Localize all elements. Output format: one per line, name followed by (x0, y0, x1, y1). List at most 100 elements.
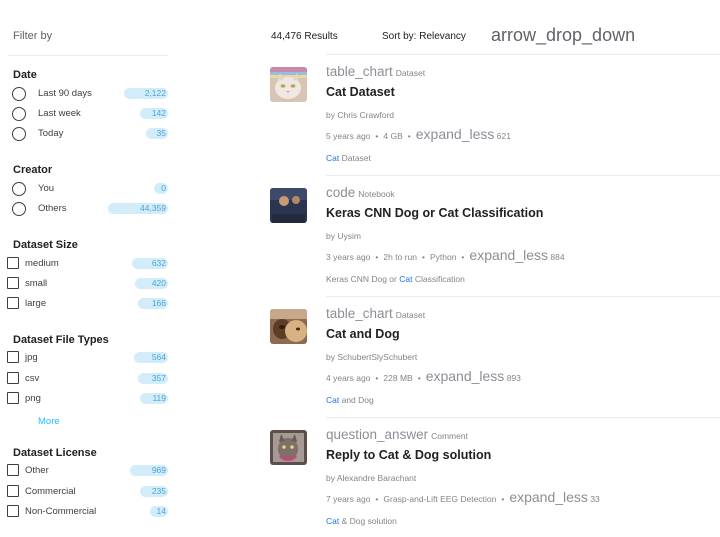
snippet-text: & Dog solution (339, 516, 397, 526)
filter-option-other[interactable]: Other 969 (0, 463, 170, 479)
checkbox[interactable] (7, 464, 19, 476)
filter-group-title-dataset-size: Dataset Size (13, 239, 78, 251)
avatar (270, 188, 307, 223)
radio-button[interactable] (12, 182, 26, 196)
vote-count: 893 (506, 373, 521, 383)
filter-group-title-file-types: Dataset File Types (13, 334, 109, 346)
filter-option-label: medium (25, 258, 59, 269)
count-badge: 632 (132, 258, 168, 269)
filter-option-jpg[interactable]: jpg 564 (0, 350, 170, 366)
filter-option-label: Last 90 days (38, 88, 92, 99)
result-runtime: 2h to run (383, 252, 417, 262)
result-title[interactable]: Keras CNN Dog or Cat Classification (326, 206, 543, 220)
result-age: 3 years ago (326, 252, 371, 262)
result-age: 7 years ago (326, 494, 371, 504)
filter-option-non-commercial[interactable]: Non-Commercial 14 (0, 504, 170, 520)
expand-less-icon[interactable]: expand_less (509, 489, 588, 505)
divider (8, 55, 168, 56)
filter-option-label: Last week (38, 108, 81, 119)
filter-option-last-90-days[interactable]: Last 90 days 2,122 (0, 86, 170, 102)
result-author[interactable]: by Chris Crawford (326, 110, 394, 120)
cat-thumbnail-image (270, 67, 307, 102)
result-snippet: Keras CNN Dog or Cat Classification (326, 274, 465, 284)
filter-option-small[interactable]: small 420 (0, 276, 170, 292)
result-title[interactable]: Reply to Cat & Dog solution (326, 448, 491, 462)
filter-option-label: Non-Commercial (25, 506, 97, 517)
checkbox[interactable] (7, 505, 19, 517)
code-icon: code (326, 185, 356, 200)
count-badge: 142 (140, 108, 168, 119)
radio-button[interactable] (12, 127, 26, 141)
filter-option-today[interactable]: Today 35 (0, 126, 170, 142)
snippet-highlight: Cat (326, 516, 340, 526)
result-meta: 4 years ago • 228 MB • expand_less 893 (326, 368, 521, 384)
filter-title: Filter by (13, 30, 53, 42)
result-type: table_chart Dataset (326, 64, 425, 79)
result-age: 5 years ago (326, 131, 371, 141)
expand-less-icon[interactable]: expand_less (426, 368, 505, 384)
count-badge: 420 (135, 278, 168, 289)
result-snippet: Cat & Dog solution (326, 516, 397, 526)
filter-option-csv[interactable]: csv 357 (0, 371, 170, 387)
arrow-drop-down-icon[interactable]: arrow_drop_down (491, 25, 635, 46)
result-author[interactable]: by Alexandre Barachant (326, 473, 416, 483)
divider (326, 175, 720, 176)
filter-group-title-creator: Creator (13, 164, 53, 176)
radio-button[interactable] (12, 87, 26, 101)
expand-less-icon[interactable]: expand_less (416, 126, 495, 142)
count-badge: 357 (138, 373, 168, 384)
question-answer-icon: question_answer (326, 427, 429, 442)
result-item[interactable]: table_chart Dataset Cat and Dog by Schube… (270, 306, 720, 421)
count-badge: 35 (146, 128, 168, 139)
checkbox[interactable] (7, 277, 19, 289)
filter-group-title-license: Dataset License (13, 447, 97, 459)
divider (326, 296, 720, 297)
checkbox[interactable] (7, 257, 19, 269)
result-language: Python (429, 252, 457, 262)
result-kind: Dataset (395, 68, 426, 78)
filter-option-commercial[interactable]: Commercial 235 (0, 484, 170, 500)
filter-option-last-week[interactable]: Last week 142 (0, 106, 170, 122)
results-count: 44,476 Results (271, 31, 338, 42)
filter-option-medium[interactable]: medium 632 (0, 256, 170, 272)
checkbox[interactable] (7, 485, 19, 497)
checkbox[interactable] (7, 392, 19, 404)
snippet-highlight: Cat (399, 274, 413, 284)
count-badge: 235 (140, 486, 168, 497)
result-kind: Notebook (358, 189, 395, 199)
checkbox[interactable] (7, 297, 19, 309)
filter-option-others[interactable]: Others 44,359 (0, 201, 170, 217)
checkbox[interactable] (7, 372, 19, 384)
result-item[interactable]: table_chart Dataset Cat Dataset by Chris … (270, 64, 720, 179)
count-badge: 119 (140, 393, 168, 404)
filter-option-large[interactable]: large 166 (0, 296, 170, 312)
result-competition: Grasp-and-Lift EEG Detection (383, 494, 497, 504)
vote-count: 621 (496, 131, 511, 141)
result-size: 228 MB (383, 373, 413, 383)
result-item[interactable]: question_answer Comment Reply to Cat & Do… (270, 427, 720, 537)
snippet-text: Dataset (339, 153, 371, 163)
result-meta: 7 years ago • Grasp-and-Lift EEG Detection… (326, 489, 600, 505)
table-chart-icon: table_chart (326, 64, 393, 79)
result-title[interactable]: Cat Dataset (326, 85, 395, 99)
sort-dropdown-label[interactable]: Sort by: Relevancy (382, 31, 466, 42)
filter-option-label: Others (38, 203, 67, 214)
expand-less-icon[interactable]: expand_less (469, 247, 548, 263)
filter-option-label: large (25, 298, 47, 309)
result-meta: 5 years ago • 4 GB • expand_less 621 (326, 126, 511, 142)
filter-option-you[interactable]: You 0 (0, 181, 170, 197)
radio-button[interactable] (12, 202, 26, 216)
result-title[interactable]: Cat and Dog (326, 327, 400, 341)
filter-option-label: You (38, 183, 55, 194)
result-author[interactable]: by SchubertSlySchubert (326, 352, 417, 362)
more-file-types-link[interactable]: More (38, 416, 60, 427)
radio-button[interactable] (12, 107, 26, 121)
result-item[interactable]: code Notebook Keras CNN Dog or Cat Classi… (270, 185, 720, 300)
cat-and-dog-thumbnail-image (270, 309, 307, 344)
count-badge: 166 (138, 298, 168, 309)
checkbox[interactable] (7, 351, 19, 363)
filter-sidebar: Filter by Date Last 90 days 2,122 Last w… (0, 0, 180, 537)
result-author[interactable]: by Uysim (326, 231, 361, 241)
snippet-text: and Dog (339, 395, 374, 405)
filter-option-png[interactable]: png 119 (0, 391, 170, 407)
